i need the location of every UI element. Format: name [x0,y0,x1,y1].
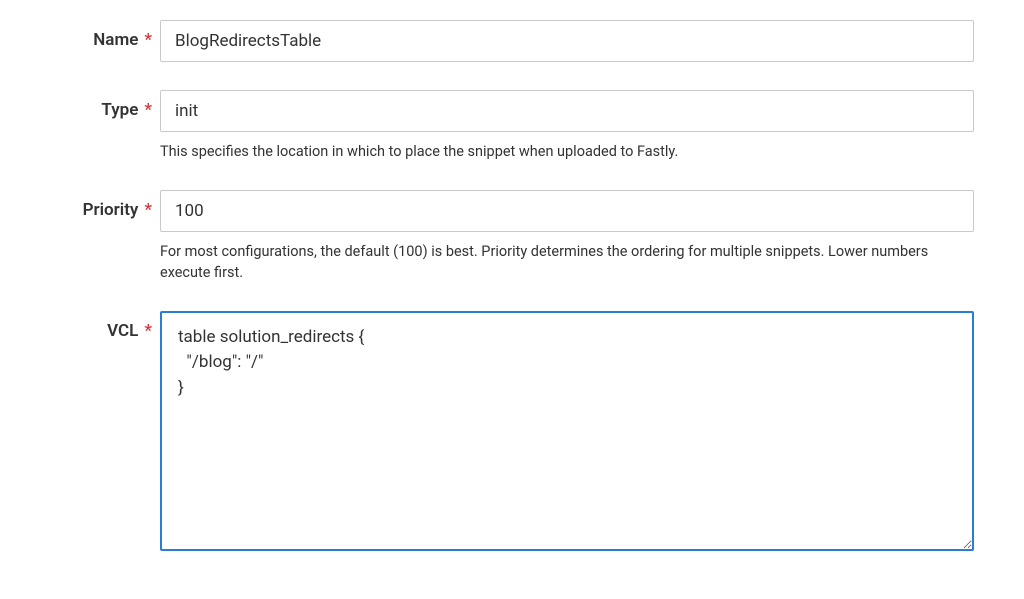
priority-field-col: For most configurations, the default (10… [160,190,974,283]
type-field-col: This specifies the location in which to … [160,90,974,162]
type-label-col: Type * [50,90,160,120]
type-helper-text: This specifies the location in which to … [160,142,974,162]
vcl-label: VCL [107,321,138,341]
vcl-label-col: VCL * [50,311,160,341]
name-field-col [160,20,974,62]
name-label: Name [93,30,138,50]
name-label-col: Name * [50,20,160,50]
required-icon: * [144,30,152,50]
vcl-field-col: table solution_redirects { "/blog": "/" … [160,311,974,551]
name-input[interactable] [160,20,974,62]
vcl-row: VCL * table solution_redirects { "/blog"… [50,311,974,551]
type-row: Type * This specifies the location in wh… [50,90,974,162]
required-icon: * [144,200,152,220]
vcl-textarea[interactable]: table solution_redirects { "/blog": "/" … [160,311,974,551]
priority-row: Priority * For most configurations, the … [50,190,974,283]
priority-input[interactable] [160,190,974,232]
priority-label-col: Priority * [50,190,160,220]
required-icon: * [144,100,152,120]
type-label: Type [101,100,138,120]
type-input[interactable] [160,90,974,132]
required-icon: * [144,321,152,341]
name-row: Name * [50,20,974,62]
priority-helper-text: For most configurations, the default (10… [160,242,974,283]
priority-label: Priority [83,200,139,220]
